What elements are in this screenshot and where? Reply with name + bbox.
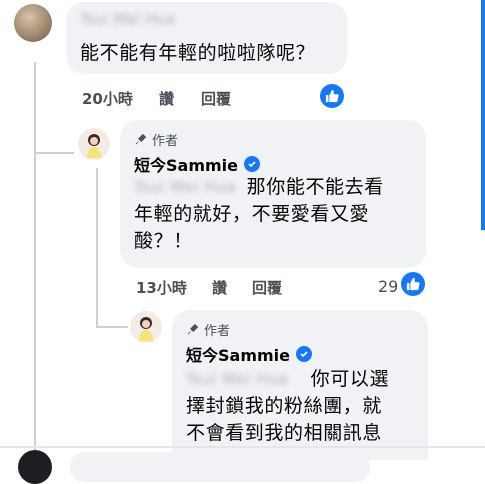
like-reaction-icon[interactable]: [401, 272, 425, 296]
comment-text: 能不能有年輕的啦啦隊呢？: [80, 42, 316, 64]
reaction-count[interactable]: 29: [378, 277, 398, 296]
reply-button[interactable]: 回覆: [201, 88, 231, 109]
author-name[interactable]: 短今Sammie: [134, 152, 238, 176]
author-avatar[interactable]: [130, 311, 162, 343]
commenter-avatar[interactable]: [14, 4, 52, 42]
microphone-icon: [135, 133, 147, 145]
comment-text: Tsui Wei Hua 你可以選 擇封鎖我的粉絲團，就 不會看到我的相關訊息: [186, 366, 390, 444]
comment-bubble-2: 作者 短今Sammie Tsui Wei Hua 那你能不能去看 年輕的就好，不…: [120, 120, 426, 268]
author-avatar[interactable]: [78, 128, 110, 160]
comment-text: Tsui Wei Hua 那你能不能去看 年輕的就好，不要愛看又愛 酸？！: [134, 174, 384, 252]
thread-line-reply: [96, 168, 98, 328]
thread-line-curve: [34, 152, 74, 154]
mentioned-name[interactable]: Tsui Wei Hua: [134, 174, 240, 201]
next-commenter-avatar[interactable]: [18, 450, 52, 484]
author-badge: 作者: [186, 320, 230, 339]
thread-line-reply-curve: [96, 326, 128, 328]
like-button[interactable]: 讚: [159, 88, 174, 109]
comment-timestamp[interactable]: 13小時: [136, 277, 187, 298]
verified-badge-icon: [244, 156, 261, 172]
author-name-row: 短今Sammie: [186, 342, 313, 366]
thread-line-main-continued: [34, 154, 36, 460]
comment-timestamp[interactable]: 20小時: [82, 88, 133, 109]
author-label: 作者: [204, 324, 231, 339]
mentioned-name[interactable]: Tsui Wei Hua: [186, 366, 304, 393]
like-button[interactable]: 讚: [212, 277, 227, 298]
thread-line-main: [34, 62, 36, 154]
comment-bubble-3: 作者 短今Sammie Tsui Wei Hua 你可以選 擇封鎖我的粉絲團，就…: [172, 310, 428, 460]
microphone-icon: [187, 323, 199, 335]
author-name-row: 短今Sammie: [134, 152, 261, 176]
reply-button[interactable]: 回覆: [252, 277, 282, 298]
author-label: 作者: [152, 134, 179, 149]
next-comment-bubble: [70, 452, 370, 482]
commenter-name[interactable]: Tsui Wei Hua: [80, 10, 175, 28]
author-name[interactable]: 短今Sammie: [186, 342, 290, 366]
right-edge-indicator: [481, 0, 485, 230]
verified-badge-icon: [296, 346, 313, 362]
like-reaction-icon[interactable]: [320, 84, 344, 108]
author-badge: 作者: [134, 130, 178, 149]
comment-bubble-1: Tsui Wei Hua 能不能有年輕的啦啦隊呢？: [66, 2, 347, 74]
next-comment-divider: [0, 446, 485, 448]
